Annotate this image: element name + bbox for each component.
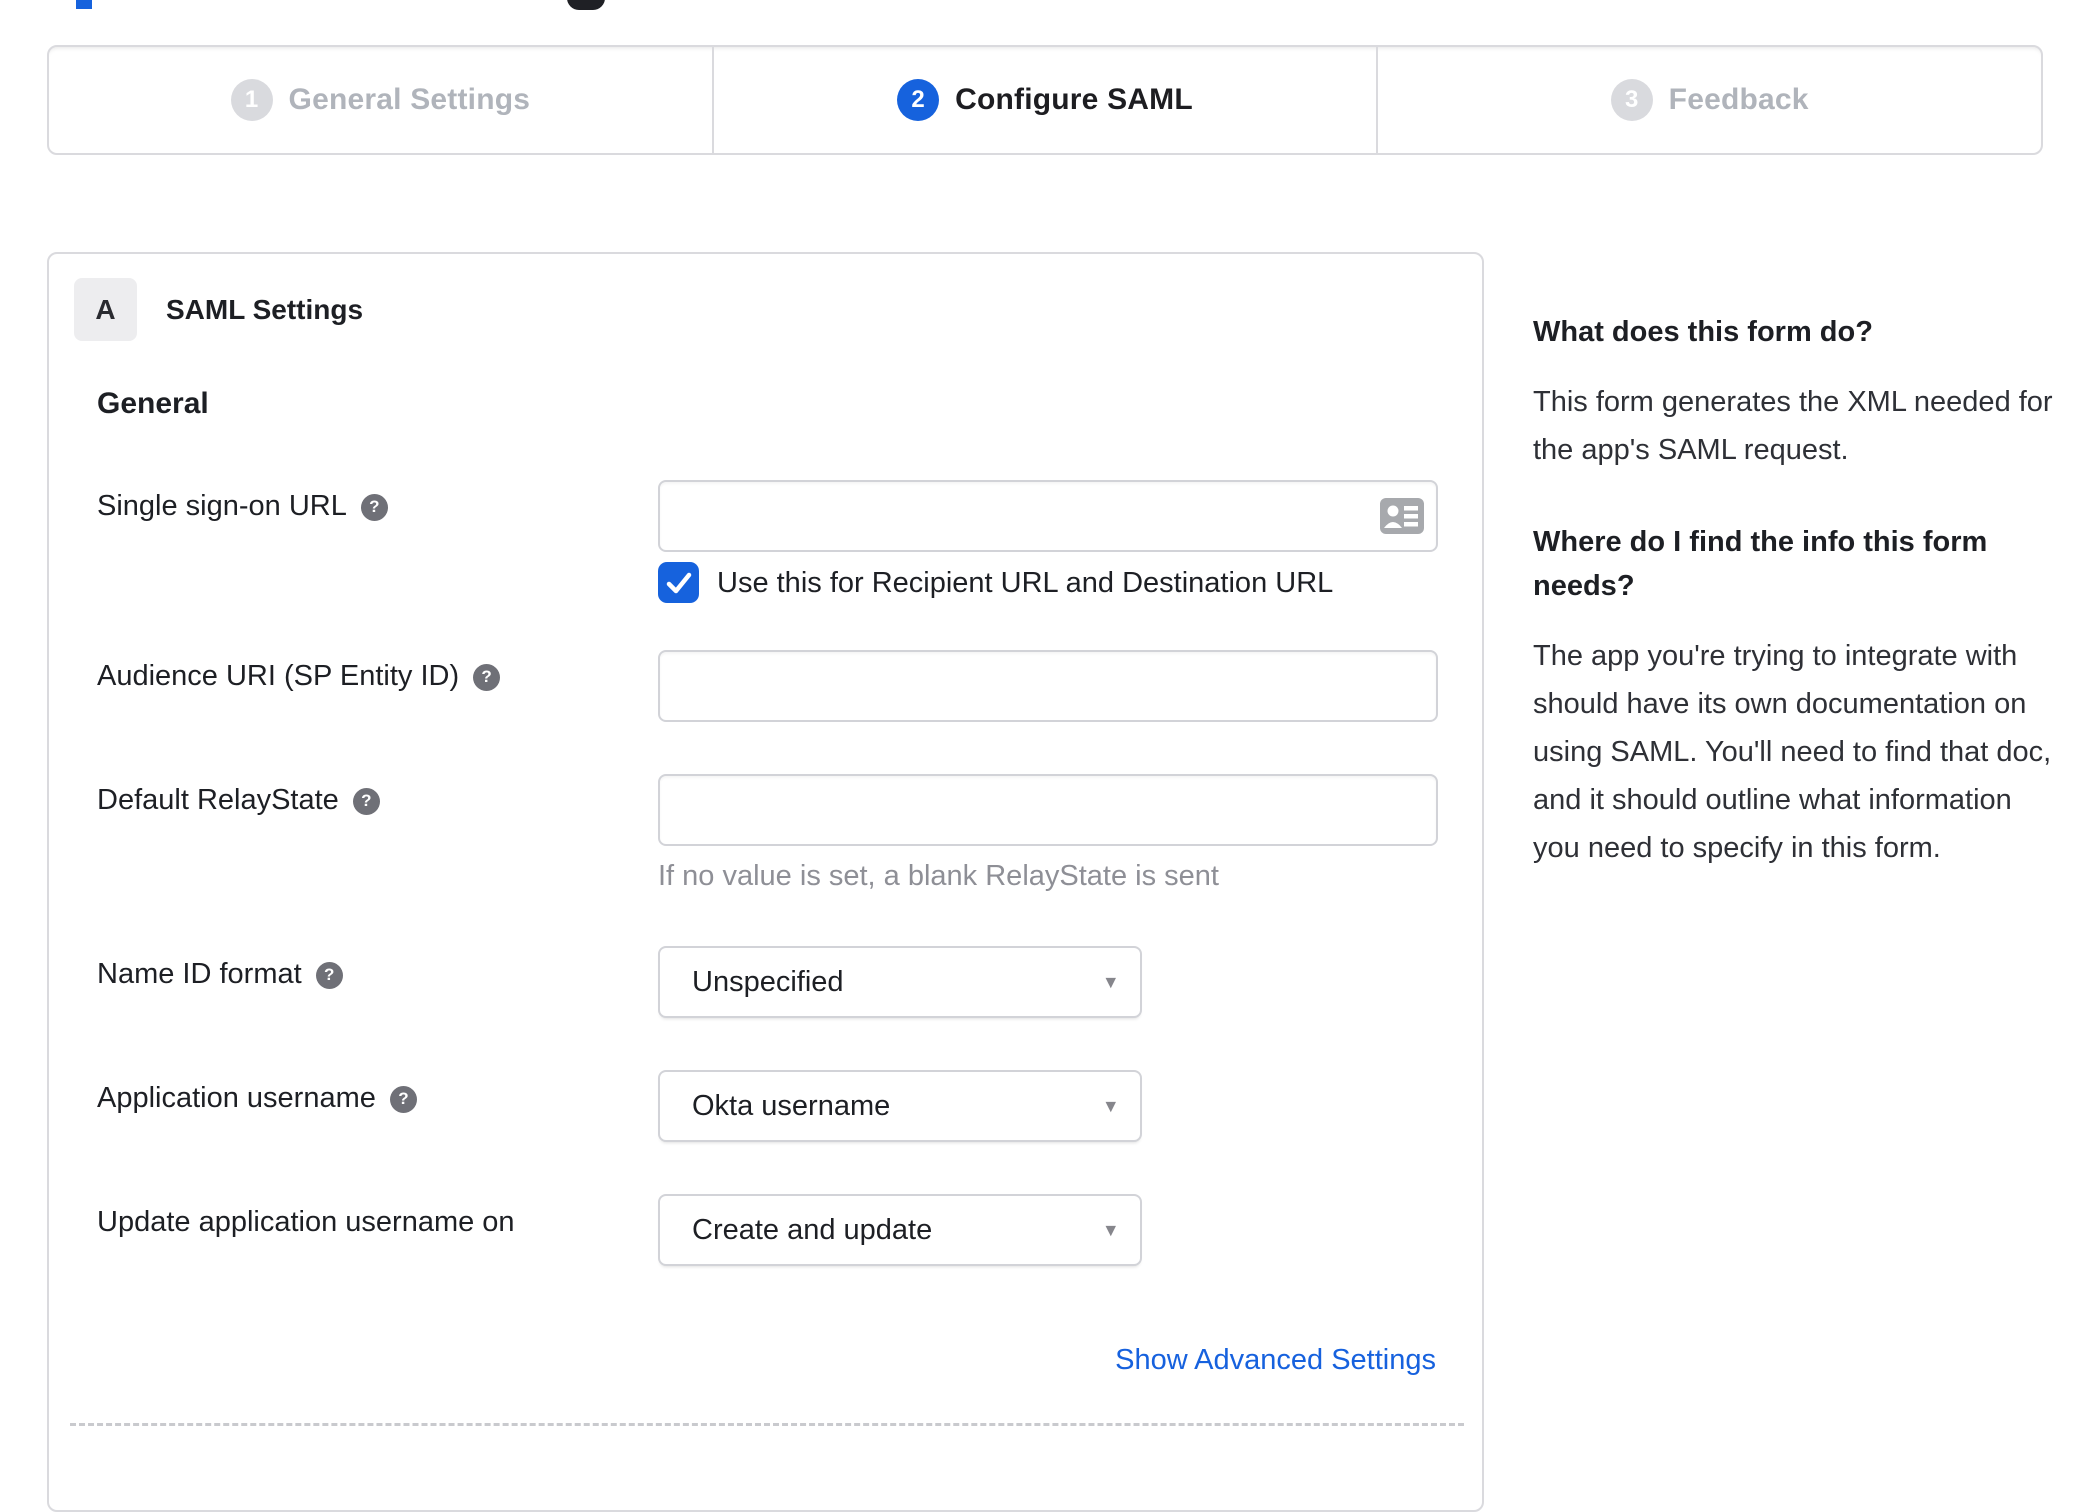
sidebar-body-where: The app you're trying to integrate with …: [1533, 640, 2052, 864]
sidebar-section-where: Where do I find the info this form needs…: [1533, 520, 2065, 872]
name-id-format-select[interactable]: Unspecified ▾: [658, 946, 1142, 1018]
application-username-help-icon[interactable]: ?: [389, 1085, 417, 1113]
step-1-label: General Settings: [288, 83, 531, 116]
name-id-format-label-text: Name ID format: [97, 958, 302, 990]
section-a-badge: A: [74, 278, 137, 341]
contact-card-icon[interactable]: [1380, 498, 1424, 534]
sso-url-label: Single sign-on URL?: [97, 490, 388, 523]
default-relaystate-help-icon[interactable]: ?: [352, 787, 380, 815]
default-relaystate-input[interactable]: [658, 774, 1438, 846]
application-username-value: Okta username: [692, 1089, 891, 1122]
chevron-down-icon: ▾: [1105, 1218, 1116, 1242]
sso-url-help-icon[interactable]: ?: [360, 493, 388, 521]
step-configure-saml[interactable]: 2 Configure SAML: [711, 47, 1377, 153]
update-app-username-value: Create and update: [692, 1213, 933, 1246]
section-title: SAML Settings: [166, 294, 364, 325]
audience-uri-help-icon[interactable]: ?: [473, 663, 501, 691]
default-relaystate-label-text: Default RelayState: [97, 784, 339, 816]
checkmark-icon: [666, 572, 691, 593]
header-fragment-button: [567, 0, 605, 10]
step-feedback[interactable]: 3 Feedback: [1376, 47, 2041, 153]
wizard-stepper: 1 General Settings 2 Configure SAML 3 Fe…: [47, 45, 2043, 155]
sidebar-heading-where: Where do I find the info this form needs…: [1533, 526, 1988, 602]
sso-url-field-wrap: [658, 480, 1438, 552]
recipient-url-checkbox-label[interactable]: Use this for Recipient URL and Destinati…: [717, 567, 1333, 600]
sso-url-input[interactable]: [658, 480, 1438, 552]
application-username-label-text: Application username: [97, 1082, 376, 1114]
audience-uri-label-text: Audience URI (SP Entity ID): [97, 660, 460, 692]
recipient-url-checkbox[interactable]: [658, 562, 699, 603]
update-app-username-label: Update application username on: [97, 1206, 515, 1238]
sidebar-heading-what: What does this form do?: [1533, 316, 1873, 348]
application-username-label: Application username?: [97, 1082, 417, 1115]
audience-uri-label: Audience URI (SP Entity ID)?: [97, 660, 501, 693]
step-2-badge: 2: [897, 79, 940, 121]
saml-settings-panel: A SAML Settings General Single sign-on U…: [47, 252, 1484, 1512]
step-3-label: Feedback: [1668, 83, 1809, 116]
header-fragment-logo: [76, 0, 92, 9]
audience-uri-input[interactable]: [658, 650, 1438, 722]
update-app-username-select[interactable]: Create and update ▾: [658, 1194, 1142, 1266]
sidebar-body-what: This form generates the XML needed for t…: [1533, 386, 2053, 466]
step-1-badge: 1: [230, 79, 273, 121]
show-advanced-settings-link[interactable]: Show Advanced Settings: [1115, 1344, 1436, 1377]
chevron-down-icon: ▾: [1105, 970, 1116, 994]
name-id-format-help-icon[interactable]: ?: [315, 961, 343, 989]
chevron-down-icon: ▾: [1105, 1094, 1116, 1118]
application-username-select[interactable]: Okta username ▾: [658, 1070, 1142, 1142]
step-2-label: Configure SAML: [955, 83, 1193, 116]
name-id-format-value: Unspecified: [692, 965, 844, 998]
sso-url-label-text: Single sign-on URL: [97, 490, 347, 522]
help-sidebar: What does this form do? This form genera…: [1533, 310, 2065, 872]
name-id-format-label: Name ID format?: [97, 958, 343, 991]
sidebar-section-what: What does this form do? This form genera…: [1533, 310, 2065, 474]
step-general-settings[interactable]: 1 General Settings: [49, 47, 712, 153]
default-relaystate-label: Default RelayState?: [97, 784, 380, 817]
step-3-badge: 3: [1610, 79, 1653, 121]
general-heading: General: [97, 387, 209, 420]
default-relaystate-hint: If no value is set, a blank RelayState i…: [658, 860, 1219, 892]
